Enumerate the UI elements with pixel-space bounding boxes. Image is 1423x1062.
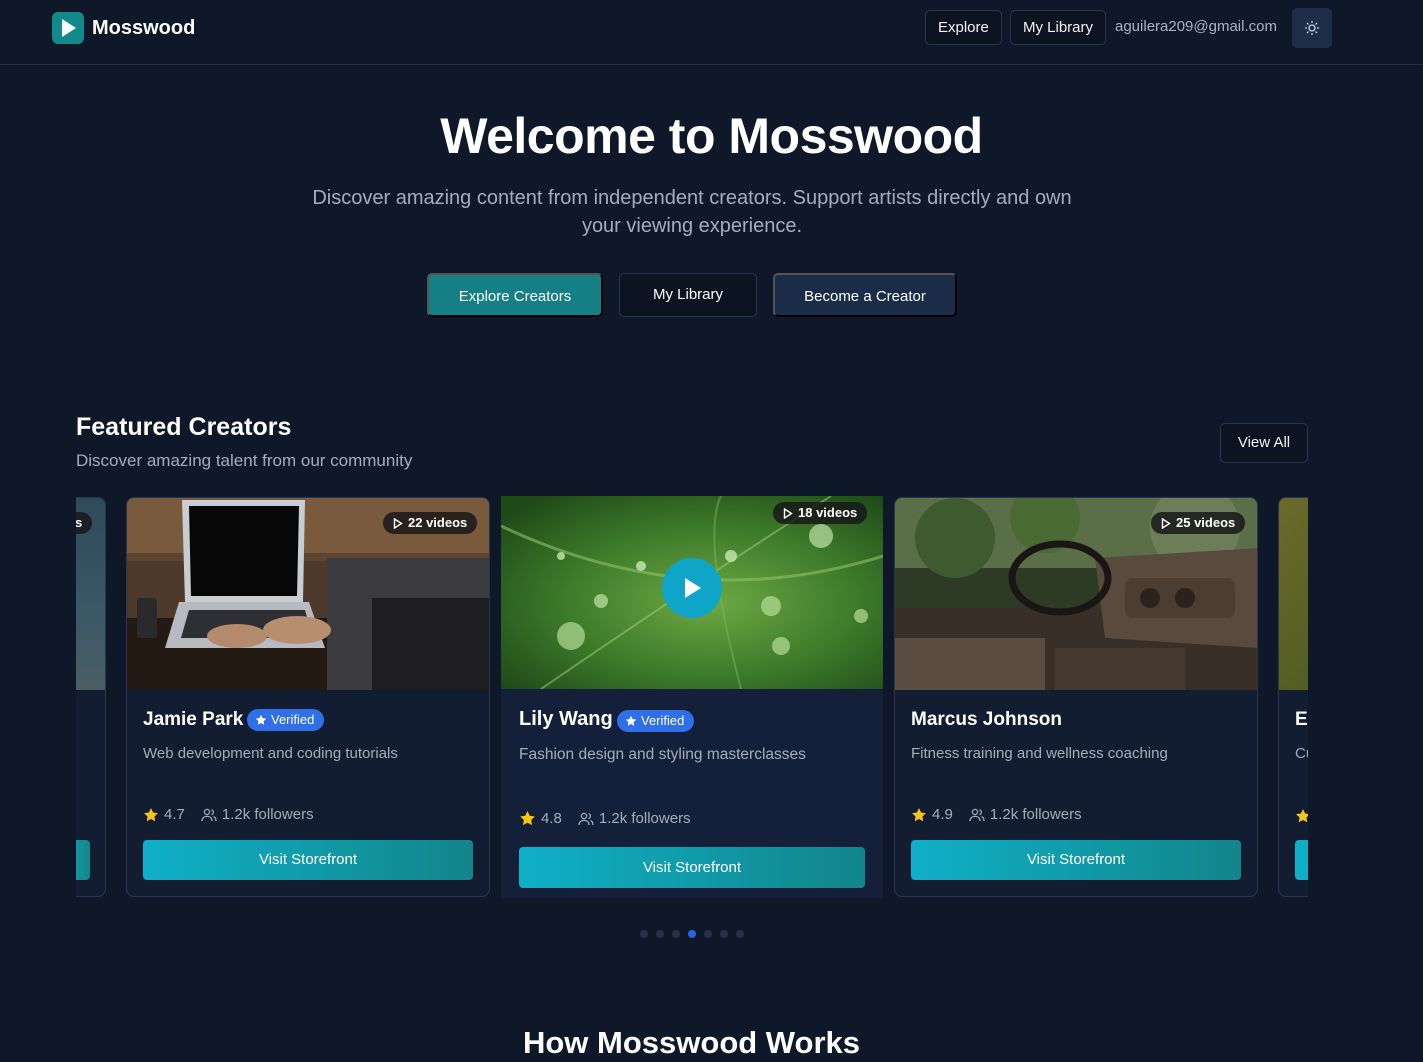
hero-subtitle: Discover amazing content from independen…: [312, 187, 1072, 237]
verified-badge: Verified: [617, 710, 695, 732]
creator-name[interactable]: Marcus Johnson: [911, 709, 1062, 731]
play-outline-icon: [393, 517, 403, 529]
video-count-badge: 18 videos: [773, 502, 868, 524]
creator-description: Fashion design and styling masterclasses: [519, 746, 806, 763]
user-email[interactable]: aguilera209@gmail.com: [1115, 18, 1277, 35]
featured-subtitle: Discover amazing talent from our communi…: [76, 451, 413, 470]
followers-count: 1.2k followers: [989, 806, 1082, 823]
visit-storefront-button[interactable]: [76, 840, 90, 880]
featured-title: Featured Creators: [76, 413, 292, 441]
app-name: Mosswood: [92, 16, 196, 39]
how-it-works-title: How Mosswood Works: [522, 1025, 860, 1060]
star-icon: [255, 714, 267, 725]
creator-name[interactable]: El: [1295, 709, 1308, 731]
rating-value: 4.8: [541, 810, 562, 827]
carousel-dot[interactable]: [672, 930, 680, 938]
creator-stats: 4.8 1.2k followers: [519, 810, 707, 827]
play-logo-icon: [52, 12, 84, 44]
verified-badge: Verified: [247, 709, 325, 731]
creator-card[interactable]: 25 videos Marcus Johnson Fitness trainin…: [894, 497, 1258, 897]
rating-value: 4.9: [932, 806, 953, 823]
play-icon: [685, 578, 701, 598]
star-icon: [625, 715, 637, 726]
creator-card[interactable]: 22 videos Jamie Park Verified Web develo…: [126, 497, 490, 897]
creator-description: Fitness training and wellness coaching: [911, 745, 1168, 762]
play-outline-icon: [783, 507, 793, 519]
explore-creators-button[interactable]: Explore Creators: [427, 273, 603, 317]
carousel-dot[interactable]: [736, 930, 744, 938]
carousel-dot[interactable]: [656, 930, 664, 938]
creator-card[interactable]: El Cu: [1278, 497, 1308, 897]
creator-stats: 4.7 1.2k followers: [143, 806, 330, 823]
logo[interactable]: Mosswood: [52, 12, 195, 44]
rating-star-icon: [1296, 809, 1308, 823]
video-count-badge: 25 videos: [1151, 512, 1246, 534]
visit-storefront-button[interactable]: [1295, 840, 1308, 880]
creators-carousel[interactable]: s 22 videos: [76, 496, 1308, 898]
become-creator-button[interactable]: Become a Creator: [773, 273, 957, 317]
theme-toggle-button[interactable]: [1292, 8, 1332, 48]
creator-card[interactable]: s: [76, 497, 106, 897]
visit-storefront-button[interactable]: Visit Storefront: [143, 840, 473, 880]
users-icon: [578, 812, 594, 825]
nav-explore-button[interactable]: Explore: [925, 10, 1002, 45]
creator-description: Web development and coding tutorials: [143, 745, 398, 762]
visit-storefront-button[interactable]: Visit Storefront: [911, 840, 1241, 880]
nav-library-button[interactable]: My Library: [1010, 10, 1107, 45]
creator-name[interactable]: Lily Wang: [519, 708, 613, 731]
followers-count: 1.2k followers: [221, 806, 314, 823]
users-icon: [201, 808, 217, 821]
carousel-dot-active[interactable]: [688, 930, 696, 938]
play-outline-icon: [1161, 517, 1171, 529]
users-icon: [969, 808, 985, 821]
my-library-button[interactable]: My Library: [619, 273, 757, 317]
creator-card[interactable]: 18 videos Lily Wang Verified Fashion des…: [501, 496, 883, 898]
creator-thumbnail: [1279, 498, 1308, 690]
view-all-button[interactable]: View All: [1220, 423, 1308, 463]
rating-value: 4.7: [164, 806, 185, 823]
rating-star-icon: [144, 807, 158, 821]
creator-stats: 4.9 1.2k followers: [911, 806, 1098, 823]
top-header: Mosswood Explore My Library aguilera209@…: [0, 0, 1423, 65]
creator-description: Cu: [1295, 745, 1308, 762]
carousel-pagination: [640, 930, 744, 938]
hero-title: Welcome to Mosswood: [440, 108, 983, 164]
rating-star-icon: [912, 807, 926, 821]
video-count-badge: 22 videos: [383, 512, 478, 534]
followers-count: 1.2k followers: [598, 810, 691, 827]
visit-storefront-button[interactable]: Visit Storefront: [519, 847, 865, 888]
carousel-dot[interactable]: [640, 930, 648, 938]
sun-icon: [1305, 21, 1319, 35]
rating-star-icon: [520, 811, 535, 826]
carousel-dot[interactable]: [720, 930, 728, 938]
carousel-dot[interactable]: [704, 930, 712, 938]
creator-name[interactable]: Jamie Park: [143, 709, 243, 731]
play-button[interactable]: [662, 558, 722, 618]
